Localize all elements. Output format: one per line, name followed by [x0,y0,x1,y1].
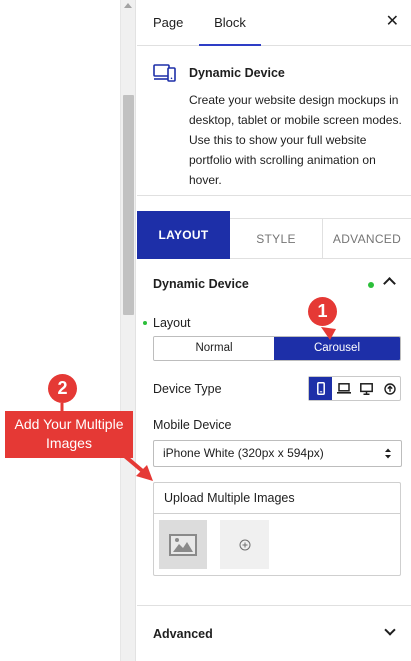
device-type-mobile-button[interactable] [309,377,332,400]
desktop-icon [360,382,373,395]
sidebar-tabs: Page Block ✕ [137,0,411,46]
tab-style[interactable]: STYLE [230,218,323,259]
block-title: Dynamic Device [189,66,285,80]
upload-multiple-images: Upload Multiple Images [153,482,401,576]
layout-label: Layout [153,316,191,330]
scrollbar-thumb[interactable] [123,95,134,315]
device-type-custom-button[interactable] [378,377,401,400]
layout-toggle: Normal Carousel [153,336,401,361]
plus-circle-icon [239,539,250,550]
annotation-badge-2: 2 [48,374,77,403]
device-type-laptop-button[interactable] [332,377,355,400]
advanced-section-title: Advanced [153,627,213,641]
close-icon[interactable]: ✕ [386,13,399,31]
image-placeholder-icon [169,533,197,556]
image-thumbnail[interactable] [159,520,207,569]
layout-option-normal[interactable]: Normal [154,337,274,360]
annotation-badge-1: 1 [308,297,337,326]
chevron-up-icon[interactable] [383,277,396,290]
tab-block[interactable]: Block [199,0,261,46]
tab-advanced[interactable]: ADVANCED [323,218,411,259]
mobile-device-label: Mobile Device [153,418,232,432]
device-type-buttons [308,376,401,401]
tab-layout[interactable]: LAYOUT [137,211,230,259]
canvas-area [0,0,120,661]
custom-icon [383,382,396,395]
mobile-icon [316,382,325,395]
device-type-desktop-button[interactable] [355,377,378,400]
chevron-down-icon[interactable] [384,624,396,636]
advanced-section[interactable]: Advanced [137,605,411,661]
status-dot [368,282,374,288]
device-type-label: Device Type [153,382,222,396]
add-image-button[interactable] [220,520,269,569]
scrollbar[interactable] [120,0,136,661]
devices-icon [153,64,176,82]
settings-sidebar: Page Block ✕ Dynamic Device Create your … [137,0,411,661]
select-arrows-icon [385,448,391,459]
laptop-icon [336,383,351,394]
modified-dot [143,321,147,325]
style-tabs: LAYOUT STYLE ADVANCED [137,211,411,259]
upload-label: Upload Multiple Images [154,483,400,514]
block-description: Create your website design mockups in de… [189,93,402,187]
mobile-device-select[interactable]: iPhone White (320px x 594px) [153,440,402,467]
layout-option-carousel[interactable]: Carousel [274,337,400,360]
annotation-callout: Add Your Multiple Images [5,411,133,458]
scroll-up-arrow-icon[interactable] [124,3,132,8]
section-title-dynamic-device[interactable]: Dynamic Device [153,277,249,291]
tab-page[interactable]: Page [153,0,183,46]
mobile-device-value: iPhone White (320px x 594px) [163,446,324,460]
block-card: Dynamic Device Create your website desig… [137,47,411,196]
